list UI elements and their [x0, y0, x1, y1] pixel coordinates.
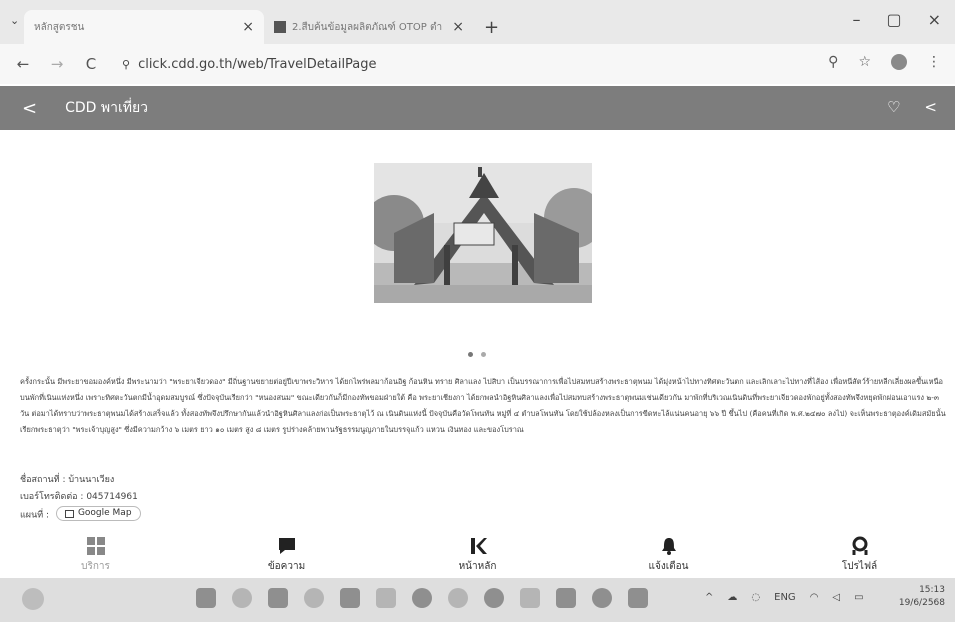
tab-close-icon[interactable]: ×: [242, 19, 254, 35]
url-field[interactable]: ⚲ click.cdd.go.th/web/TravelDetailPage: [122, 57, 377, 72]
url-text: click.cdd.go.th/web/TravelDetailPage: [138, 56, 377, 72]
gallery-dot[interactable]: [481, 352, 486, 357]
tab-otop[interactable]: 2.สืบค้นข้อมูลผลิตภัณฑ์ OTOP ตำ ×: [264, 10, 474, 44]
app-header: < CDD พาเที่ยว ♡ <: [0, 86, 955, 130]
close-window-button[interactable]: ×: [928, 10, 941, 29]
taskbar: ^ ☁ ◌ ENG ◠ ◁ ▭ 15:13 19/6/2568: [0, 578, 955, 622]
temple-gate-photo: [374, 163, 592, 303]
user-icon: [850, 536, 870, 556]
minimize-button[interactable]: –: [852, 10, 860, 29]
share-icon[interactable]: <: [924, 98, 937, 116]
map-row: แผนที่ : Google Map: [20, 506, 141, 525]
bookmark-star-icon[interactable]: ☆: [858, 54, 871, 70]
widgets-icon[interactable]: [304, 588, 324, 608]
language-indicator[interactable]: ENG: [774, 592, 796, 603]
taskbar-apps: [196, 588, 648, 608]
chrome-icon[interactable]: [592, 588, 612, 608]
app-back-button[interactable]: <: [22, 98, 37, 119]
tab-close-icon[interactable]: ×: [452, 19, 464, 35]
system-tray: ^ ☁ ◌ ENG ◠ ◁ ▭: [705, 592, 864, 603]
nav-label: บริการ: [81, 561, 110, 572]
chat-icon: [277, 536, 297, 556]
app-icon[interactable]: [556, 588, 576, 608]
new-tab-button[interactable]: +: [474, 10, 509, 44]
cloud-icon[interactable]: ☁: [727, 592, 737, 603]
nav-services[interactable]: บริการ: [36, 536, 156, 574]
map-icon: [64, 509, 74, 518]
bell-icon: [659, 536, 679, 556]
weather-widget-icon[interactable]: [22, 588, 44, 610]
tab-favicon-icon: [274, 21, 286, 33]
taskbar-clock[interactable]: 15:13 19/6/2568: [899, 584, 945, 610]
grid-icon: [86, 536, 106, 556]
maximize-button[interactable]: ▢: [886, 10, 901, 29]
nav-label: โปรไฟล์: [841, 561, 878, 572]
search-icon[interactable]: [232, 588, 252, 608]
contact-phone: เบอร์โทรติดต่อ : 045714961: [20, 492, 138, 502]
nav-label: ข้อความ: [267, 561, 306, 572]
place-description: ครั้งกระนั้น มีพระยาขอมองค์หนึ่ง มีพระนา…: [20, 377, 946, 434]
app-icon[interactable]: [520, 588, 540, 608]
word-icon[interactable]: [628, 588, 648, 608]
start-button-icon[interactable]: [196, 588, 216, 608]
place-photo: [374, 163, 592, 303]
site-info-icon[interactable]: ⚲: [122, 58, 130, 71]
header-actions: ♡ <: [887, 98, 937, 116]
google-map-button[interactable]: Google Map: [55, 506, 141, 521]
browser-tab-strip: ⌄ หลักสูตรชน × 2.สืบค้นข้อมูลผลิตภัณฑ์ O…: [0, 0, 955, 44]
forward-button[interactable]: →: [44, 55, 70, 73]
map-label: แผนที่ :: [20, 510, 50, 521]
tab-label: หลักสูตรชน: [34, 21, 85, 33]
battery-icon[interactable]: ▭: [854, 592, 863, 603]
nav-home[interactable]: หน้าหลัก: [418, 536, 538, 574]
chrome-icon[interactable]: [484, 588, 504, 608]
nav-messages[interactable]: ข้อความ: [227, 536, 347, 574]
task-view-icon[interactable]: [268, 588, 288, 608]
google-map-label: Google Map: [77, 508, 132, 518]
address-bar: ← → C ⚲ click.cdd.go.th/web/TravelDetail…: [0, 44, 955, 84]
edge-icon[interactable]: [412, 588, 432, 608]
address-bar-actions: ⚲ ☆ ⋮: [828, 54, 941, 70]
place-name: ชื่อสถานที่ : บ้านนาเวียง: [20, 475, 115, 485]
favorite-heart-icon[interactable]: ♡: [887, 98, 900, 116]
profile-avatar-icon[interactable]: [891, 54, 907, 70]
tray-app-icon[interactable]: ◌: [751, 592, 760, 603]
logo-icon: [468, 536, 488, 556]
page-title: CDD พาเที่ยว: [65, 100, 149, 116]
gallery-dots: [468, 352, 486, 357]
nav-label: แจ้งเตือน: [648, 561, 689, 572]
tray-chevron-icon[interactable]: ^: [705, 592, 713, 603]
zoom-icon[interactable]: ⚲: [828, 54, 838, 70]
nav-notifications[interactable]: แจ้งเตือน: [609, 536, 729, 574]
app-icon[interactable]: [376, 588, 396, 608]
gallery-dot[interactable]: [468, 352, 473, 357]
place-info: ชื่อสถานที่ : บ้านนาเวียง เบอร์โทรติดต่อ…: [20, 472, 141, 525]
nav-profile[interactable]: โปรไฟล์: [800, 536, 920, 574]
tab-list-dropdown-icon[interactable]: ⌄: [10, 14, 19, 27]
bottom-navigation: บริการ ข้อความ หน้าหลัก แจ้งเตือน โปรไฟล…: [0, 532, 955, 578]
tab-active[interactable]: หลักสูตรชน ×: [24, 10, 264, 44]
clock-date: 19/6/2568: [898, 598, 945, 608]
clock-time: 15:13: [919, 585, 945, 595]
tab-label: 2.สืบค้นข้อมูลผลิตภัณฑ์ OTOP ตำ: [292, 21, 443, 33]
window-controls: – ▢ ×: [852, 10, 955, 29]
reload-button[interactable]: C: [78, 55, 104, 73]
volume-icon[interactable]: ◁: [832, 592, 840, 603]
back-button[interactable]: ←: [10, 55, 36, 73]
menu-kebab-icon[interactable]: ⋮: [927, 54, 941, 70]
nav-label: หน้าหลัก: [458, 561, 497, 572]
wifi-icon[interactable]: ◠: [810, 592, 819, 603]
app-icon[interactable]: [448, 588, 468, 608]
explorer-icon[interactable]: [340, 588, 360, 608]
